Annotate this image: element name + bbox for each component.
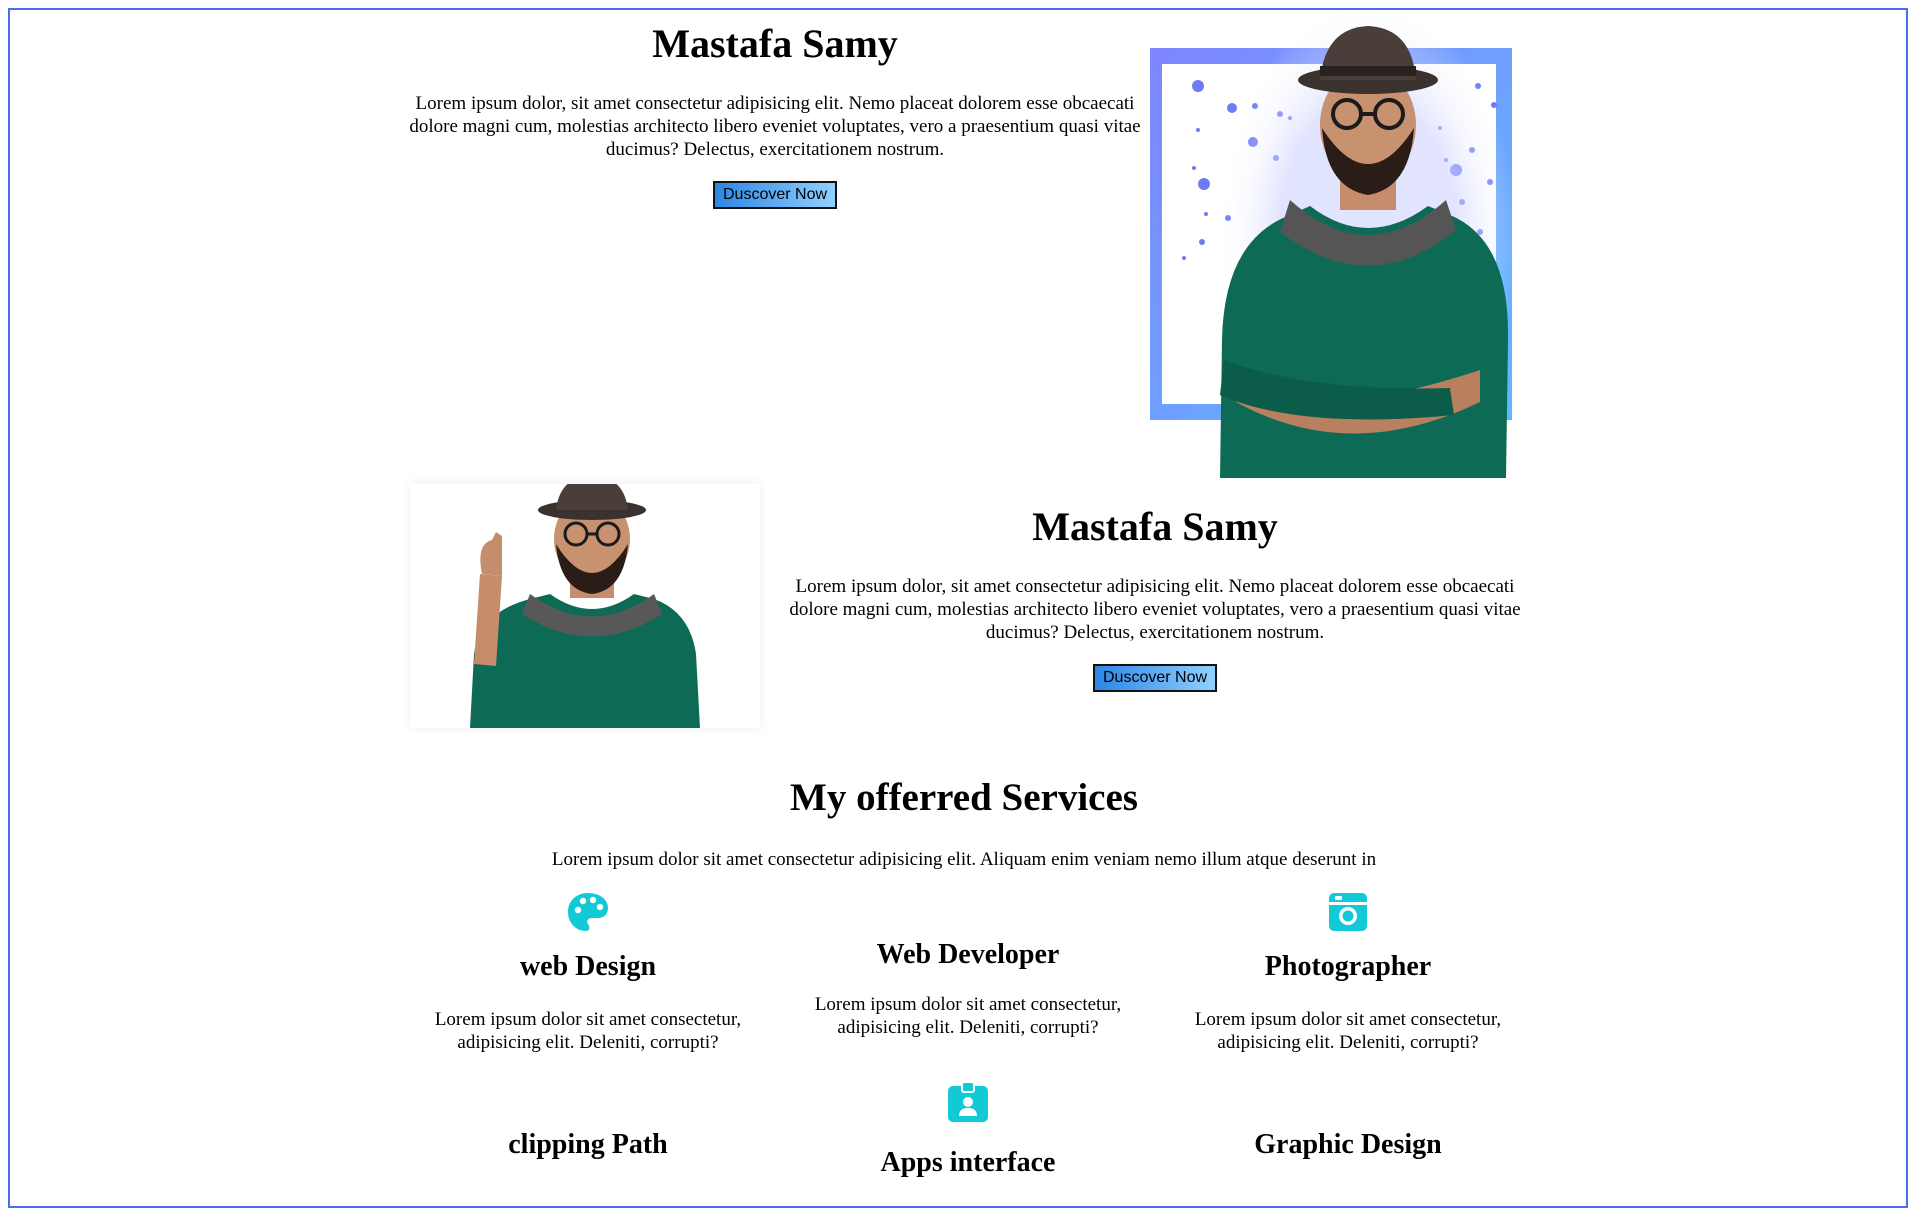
discover-button[interactable]: Duscover Now [712,181,838,209]
service-title: Apps interface [880,1147,1056,1178]
service-card-clipping-path: clipping Path [398,1128,778,1162]
services-title: My offerred Services [790,776,1138,819]
secondary-portrait-image [410,476,760,728]
service-title: web Design [519,951,657,982]
services-subtitle: Lorem ipsum dolor sit amet consectetur a… [551,849,1377,870]
palette-icon [566,890,610,934]
service-description: Lorem ipsum dolor sit amet consectetur, … [1194,1009,1502,1053]
service-title: clipping Path [508,1129,668,1160]
service-card-apps-interface: Apps interface [778,1080,1158,1180]
service-title: Photographer [1264,951,1432,982]
service-title: Web Developer [876,939,1060,970]
camera-icon [1326,890,1370,934]
service-description: Lorem ipsum dolor sit amet consectetur, … [434,1009,742,1053]
hero-title: Mastafa Samy [652,21,898,66]
hero-description-secondary: Lorem ipsum dolor, sit amet consectetur … [789,576,1521,643]
hero-section-secondary: Mastafa Samy Lorem ipsum dolor, sit amet… [770,503,1540,692]
service-card-photographer: Photographer Lorem ipsum dolor sit amet … [1158,890,1538,1054]
service-card-graphic-design: Graphic Design [1158,1128,1538,1162]
service-card-web-developer: Web Developer Lorem ipsum dolor sit amet… [778,938,1158,1039]
hero-portrait-image [1146,0,1520,480]
id-badge-icon [946,1080,990,1124]
service-title: Graphic Design [1254,1129,1442,1160]
hero-title-secondary: Mastafa Samy [1032,504,1278,549]
discover-button-secondary[interactable]: Duscover Now [1092,664,1218,692]
hero-description: Lorem ipsum dolor, sit amet consectetur … [409,93,1141,160]
hero-section-primary: Mastafa Samy Lorem ipsum dolor, sit amet… [390,20,1160,209]
service-description: Lorem ipsum dolor sit amet consectetur, … [814,994,1122,1038]
services-header: My offerred Services Lorem ipsum dolor s… [390,775,1538,871]
service-card-web-design: web Design Lorem ipsum dolor sit amet co… [398,890,778,1054]
